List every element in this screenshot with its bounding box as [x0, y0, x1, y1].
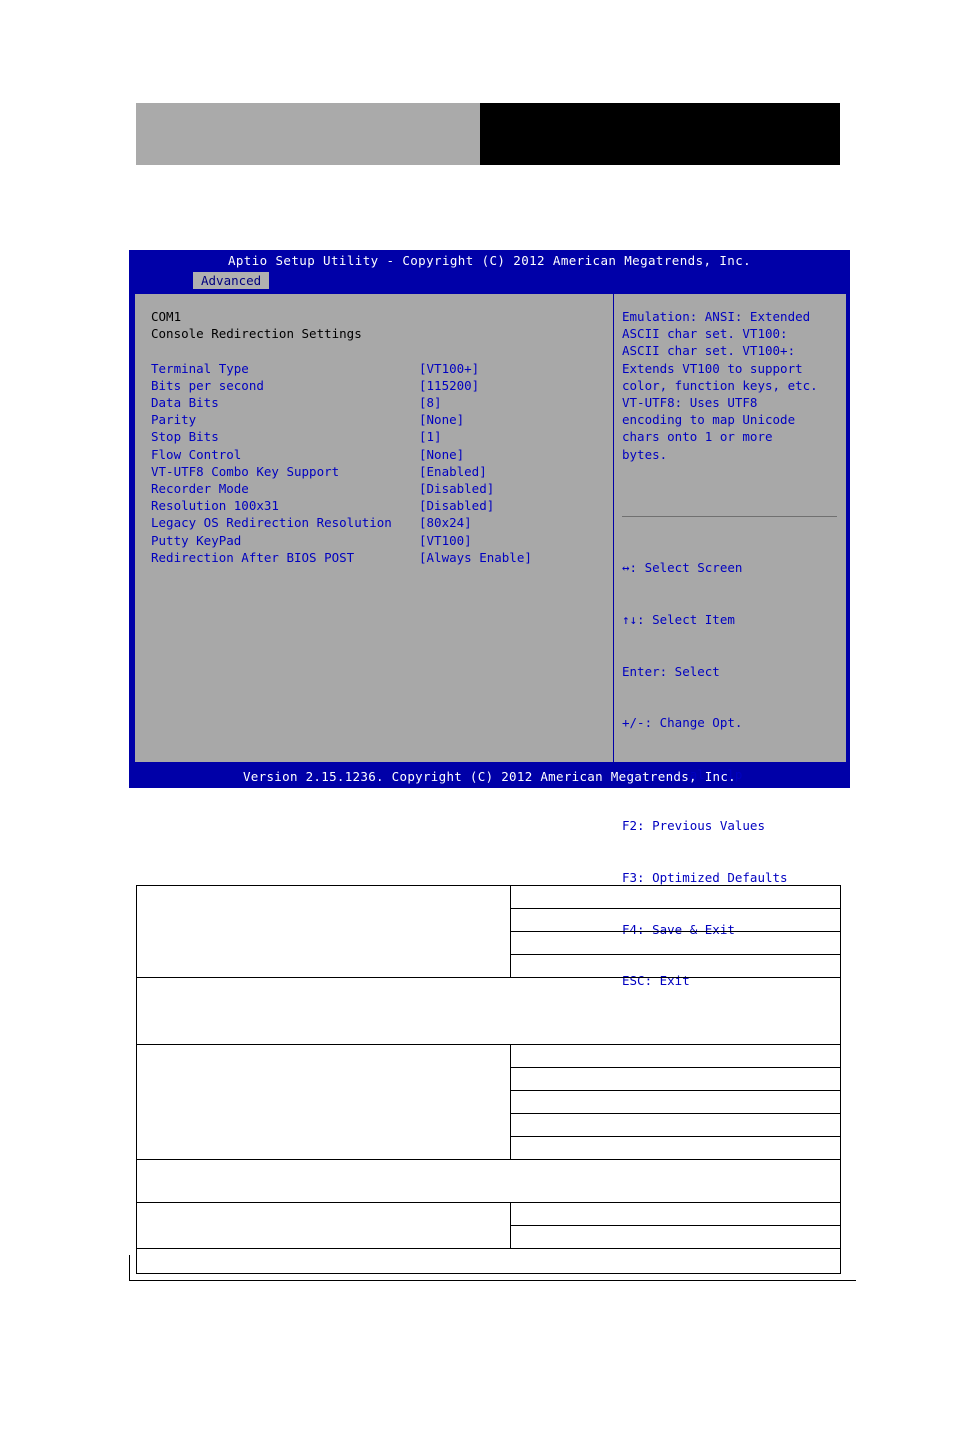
options-spacer — [151, 342, 613, 359]
table-row-full — [136, 977, 841, 1045]
option-value[interactable]: [115200] — [419, 377, 479, 394]
option-value[interactable]: [Disabled] — [419, 497, 494, 514]
table-cell-full — [136, 1248, 841, 1274]
option-value[interactable]: [Disabled] — [419, 480, 494, 497]
option-value[interactable]: [None] — [419, 411, 464, 428]
table-row — [136, 1202, 841, 1249]
option-label: Stop Bits — [151, 429, 219, 445]
table-cell-right — [510, 1136, 841, 1160]
option-row-recorder-mode[interactable]: Recorder Mode [Disabled] — [151, 480, 613, 497]
key-select-item: ↑↓: Select Item — [622, 612, 735, 628]
option-row-terminal-type[interactable]: Terminal Type [VT100+] — [151, 360, 613, 377]
option-row-parity[interactable]: Parity [None] — [151, 411, 613, 428]
option-label: Redirection After BIOS POST — [151, 549, 355, 565]
page-bottom-rule-vertical — [129, 1255, 130, 1281]
key-f2-previous-values: F2: Previous Values — [622, 818, 765, 834]
option-value[interactable]: [1] — [419, 428, 442, 445]
option-value[interactable]: [VT100] — [419, 532, 472, 549]
table-cell-right — [510, 1067, 841, 1091]
key-select-screen: ↔: Select Screen — [622, 560, 743, 576]
key-change-opt: +/-: Change Opt. — [622, 715, 743, 731]
help-divider — [622, 516, 837, 517]
option-label: Recorder Mode — [151, 481, 249, 497]
option-row-data-bits[interactable]: Data Bits [8] — [151, 394, 613, 411]
table-cell-right — [510, 908, 841, 932]
table-row-full — [136, 1159, 841, 1203]
option-value[interactable]: [8] — [419, 394, 442, 411]
option-row-stop-bits[interactable]: Stop Bits [1] — [151, 428, 613, 445]
table-row — [136, 1044, 841, 1160]
option-value[interactable]: [Enabled] — [419, 463, 487, 480]
option-row-bits-per-second[interactable]: Bits per second [115200] — [151, 377, 613, 394]
page-header-banner — [136, 103, 840, 165]
table-row-full — [136, 1248, 841, 1274]
option-label: Parity — [151, 412, 197, 428]
table-cell-right — [510, 1225, 841, 1249]
table-cell-left — [136, 1044, 511, 1160]
bios-title-bar: Aptio Setup Utility - Copyright (C) 2012… — [227, 253, 752, 268]
table-cell-left — [136, 1202, 511, 1249]
bios-help-pane: Emulation: ANSI: Extended ASCII char set… — [614, 294, 846, 988]
key-f3-optimized-defaults: F3: Optimized Defaults — [622, 870, 788, 886]
option-row-putty-keypad[interactable]: Putty KeyPad [VT100] — [151, 532, 613, 549]
option-value[interactable]: [VT100+] — [419, 360, 479, 377]
table-cell-right — [510, 954, 841, 978]
option-label: Data Bits — [151, 395, 219, 410]
option-value[interactable]: [Always Enable] — [419, 549, 532, 566]
header-left-block — [136, 103, 480, 165]
option-label: Bits per second — [151, 377, 264, 393]
bios-setup-screen: Aptio Setup Utility - Copyright (C) 2012… — [129, 250, 850, 988]
help-text: Emulation: ANSI: Extended ASCII char set… — [622, 309, 826, 462]
table-cell-full — [136, 1159, 841, 1203]
option-value[interactable]: [None] — [419, 446, 464, 463]
table-cell-right — [510, 885, 841, 909]
option-label: Flow Control — [151, 446, 242, 462]
option-label: Putty KeyPad — [151, 532, 242, 548]
bios-body: COM1 Console Redirection Settings Termin… — [133, 292, 848, 988]
option-row-resolution-100x31[interactable]: Resolution 100x31 [Disabled] — [151, 497, 613, 514]
option-row-legacy-os-redirection-resolution[interactable]: Legacy OS Redirection Resolution [80x24] — [151, 514, 613, 531]
table-cell-right — [510, 1090, 841, 1114]
option-label: VT-UTF8 Combo Key Support — [151, 463, 340, 479]
specification-table — [136, 885, 841, 1274]
table-cell-left — [136, 885, 511, 978]
section-heading-console-redirection: Console Redirection Settings — [151, 326, 362, 342]
option-label: Terminal Type — [151, 360, 249, 376]
bios-tab-bar: Advanced — [130, 271, 849, 289]
option-row-redirection-after-bios-post[interactable]: Redirection After BIOS POST [Always Enab… — [151, 549, 613, 566]
key-enter-select: Enter: Select — [622, 663, 720, 679]
option-label: Legacy OS Redirection Resolution — [151, 515, 392, 531]
option-row-vt-utf8-combo-key-support[interactable]: VT-UTF8 Combo Key Support [Enabled] — [151, 463, 613, 480]
page-bottom-rule — [129, 1280, 856, 1281]
tab-advanced[interactable]: Advanced — [193, 272, 270, 289]
option-row-flow-control[interactable]: Flow Control [None] — [151, 446, 613, 463]
table-row — [136, 885, 841, 978]
bios-options-pane: COM1 Console Redirection Settings Termin… — [135, 294, 614, 762]
bios-footer-bar: Version 2.15.1236. Copyright (C) 2012 Am… — [242, 769, 736, 784]
option-value[interactable]: [80x24] — [419, 514, 472, 531]
table-cell-right — [510, 931, 841, 955]
table-cell-right — [510, 1113, 841, 1137]
option-label: Resolution 100x31 — [151, 498, 279, 514]
table-cell-full — [136, 977, 841, 1045]
table-cell-right — [510, 1202, 841, 1226]
section-heading-com1: COM1 — [151, 309, 182, 324]
header-right-block — [480, 103, 840, 165]
table-cell-right — [510, 1044, 841, 1068]
